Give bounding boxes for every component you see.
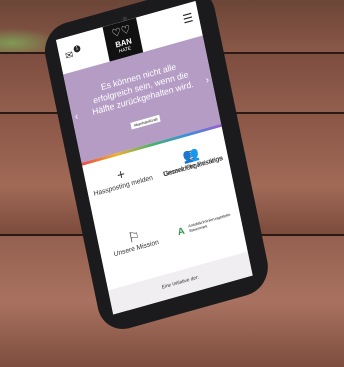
app-screen: ✉ 1 ♡♡ BAN HATE ☰ ‹ Es können nicht alle… [56, 1, 253, 315]
smartphone: ✉ 1 ♡♡ BAN HATE ☰ ‹ Es können nicht alle… [0, 0, 344, 367]
chevron-left-icon[interactable]: ‹ [74, 111, 79, 122]
chevron-right-icon[interactable]: › [205, 75, 210, 86]
mail-icon[interactable]: ✉ [64, 50, 74, 63]
notification-badge: 1 [73, 44, 81, 54]
hero-message: Es können nicht alle erfolgreich sein, w… [91, 61, 195, 117]
partner-name: Antidiskriminierungsstelle Steiermark [187, 211, 231, 234]
partner-a-icon: A [176, 225, 186, 239]
hero-hashtag: #banhatefürall [130, 114, 161, 130]
hamburger-menu-icon[interactable]: ☰ [182, 10, 195, 26]
